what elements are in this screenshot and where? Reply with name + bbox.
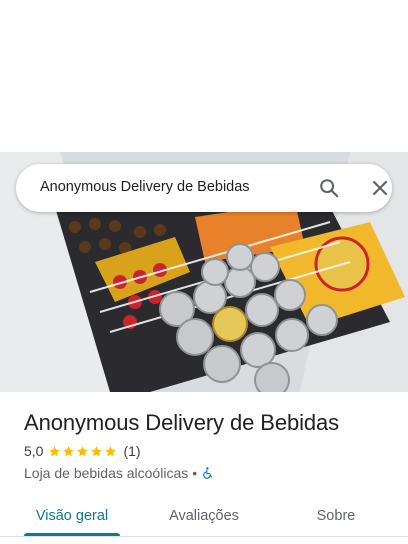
star-icon [63, 445, 75, 456]
tab-about[interactable]: Sobre [288, 496, 384, 536]
separator-dot: • [192, 465, 198, 481]
star-icon [91, 445, 103, 456]
review-count[interactable]: (1) [123, 443, 140, 459]
tab-reviews[interactable]: Avaliações [156, 496, 252, 536]
tabs-divider [0, 536, 408, 537]
close-icon[interactable] [370, 178, 390, 198]
search-query[interactable]: Anonymous Delivery de Bebidas [40, 179, 250, 195]
blank-area [0, 0, 408, 152]
category-label[interactable]: Loja de bebidas alcoólicas [24, 465, 188, 481]
tab-overview[interactable]: Visão geral [24, 496, 120, 536]
category-row: Loja de bebidas alcoólicas • [24, 465, 215, 481]
star-rating [48, 445, 118, 458]
place-title: Anonymous Delivery de Bebidas [24, 410, 340, 435]
star-icon [77, 445, 89, 456]
star-icon [105, 445, 117, 456]
search-icon[interactable] [318, 177, 340, 199]
rating-value: 5,0 [24, 443, 44, 459]
wheelchair-icon [203, 467, 213, 479]
place-tabs: Visão geral Avaliações Sobre [0, 496, 408, 544]
search-bar[interactable]: Anonymous Delivery de Bebidas [16, 164, 392, 212]
rating-row[interactable]: 5,0 (1) [24, 443, 141, 459]
star-icon [49, 445, 61, 456]
